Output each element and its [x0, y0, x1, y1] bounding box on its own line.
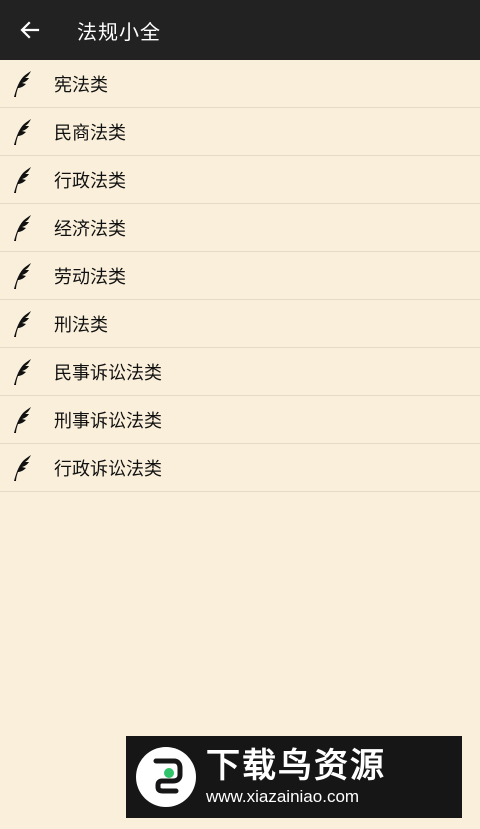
list-item-label: 经济法类 — [54, 218, 126, 240]
list-item-label: 民事诉讼法类 — [54, 362, 162, 384]
quill-feather-icon — [10, 118, 32, 146]
quill-feather-icon — [10, 358, 32, 386]
list-item[interactable]: 经济法类 — [0, 204, 480, 252]
watermark-title: 下载鸟资源 — [206, 746, 386, 786]
list-item[interactable]: 行政诉讼法类 — [0, 444, 480, 492]
quill-feather-icon — [10, 454, 32, 482]
list-item[interactable]: 劳动法类 — [0, 252, 480, 300]
list-item[interactable]: 刑事诉讼法类 — [0, 396, 480, 444]
app-bar: 法规小全 — [0, 0, 480, 60]
list-item-label: 劳动法类 — [54, 266, 126, 288]
quill-feather-icon — [10, 262, 32, 290]
list-item-label: 刑事诉讼法类 — [54, 410, 162, 432]
list-item-label: 行政诉讼法类 — [54, 458, 162, 480]
quill-feather-icon — [10, 310, 32, 338]
arrow-left-icon — [20, 21, 40, 39]
quill-feather-icon — [10, 214, 32, 242]
list-item-label: 宪法类 — [54, 74, 108, 96]
logo-dot — [164, 768, 174, 778]
list-item-label: 行政法类 — [54, 170, 126, 192]
list-item-label: 民商法类 — [54, 122, 126, 144]
list-item[interactable]: 刑法类 — [0, 300, 480, 348]
watermark-banner: 下载鸟资源 www.xiazainiao.com — [126, 736, 462, 818]
watermark-url: www.xiazainiao.com — [206, 787, 360, 806]
quill-feather-icon — [10, 406, 32, 434]
quill-feather-icon — [10, 166, 32, 194]
bird-logo-icon — [136, 747, 196, 807]
back-button[interactable] — [0, 0, 60, 60]
category-list: 宪法类 民商法类 行政法类 经济法类 劳动法类 刑法类 民事诉讼法类 刑事诉讼法… — [0, 60, 480, 492]
quill-feather-icon — [10, 70, 32, 98]
list-item[interactable]: 行政法类 — [0, 156, 480, 204]
list-item[interactable]: 宪法类 — [0, 60, 480, 108]
list-item-label: 刑法类 — [54, 314, 108, 336]
page-title: 法规小全 — [77, 19, 161, 44]
list-item[interactable]: 民事诉讼法类 — [0, 348, 480, 396]
list-item[interactable]: 民商法类 — [0, 108, 480, 156]
